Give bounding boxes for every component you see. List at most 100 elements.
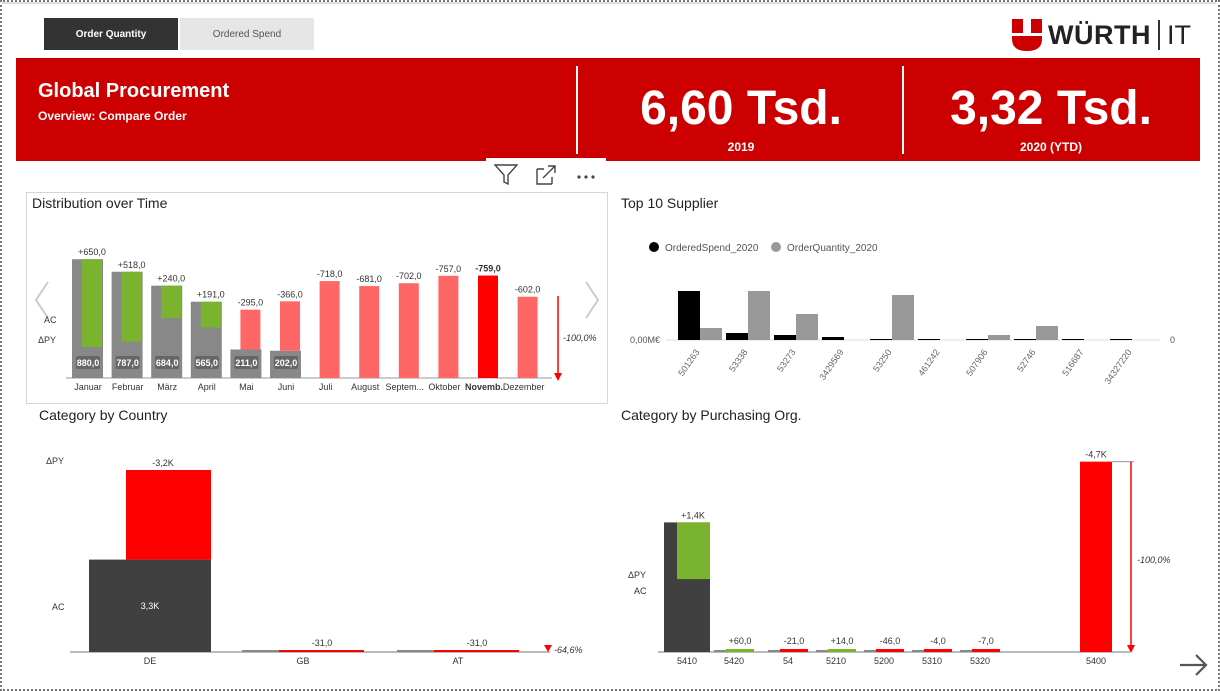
kpi-2020-label: 2020 (YTD) — [1019, 140, 1083, 154]
delta-label: -46,0 — [880, 636, 901, 646]
delta-bar — [828, 649, 856, 652]
x-tick-label: AT — [453, 656, 464, 666]
delta-label: +14,0 — [831, 636, 854, 646]
banner-divider — [576, 66, 578, 154]
next-page-arrow-icon[interactable] — [1178, 650, 1210, 680]
quantity-bar — [700, 328, 722, 340]
logo-brand-text: WÜRTH — [1048, 19, 1151, 50]
header-banner: Global Procurement Overview: Compare Ord… — [16, 58, 1200, 161]
visual-header-toolbar — [486, 158, 606, 192]
country-title: Category by Country — [39, 407, 168, 423]
delta-bar — [161, 285, 182, 319]
delta-bar — [280, 301, 300, 351]
kpi-2020-value: 3,32 Tsd. — [950, 82, 1152, 135]
supplier-title: Top 10 Supplier — [621, 195, 719, 211]
delta-bar — [359, 286, 380, 378]
wurth-logo-mark-icon — [1012, 19, 1042, 51]
ac-value-label: 202,0 — [275, 358, 298, 368]
delta-label: +650,0 — [78, 247, 106, 257]
quantity-bar — [892, 295, 914, 340]
x-tick-label: Januar — [74, 382, 102, 392]
ac-row-label: AC — [634, 586, 647, 596]
spend-bar — [1110, 339, 1132, 340]
ordered-spend-tab[interactable]: Ordered Spend — [180, 18, 314, 50]
x-tick-label: Juni — [278, 382, 295, 392]
ac-row-label: AC — [52, 602, 65, 612]
order-quantity-tab[interactable]: Order Quantity — [44, 18, 178, 50]
spend-bar — [1014, 339, 1036, 340]
delta-label: -681,0 — [356, 274, 382, 284]
delta-label: +518,0 — [118, 260, 146, 270]
x-tick-label: 5310 — [922, 656, 942, 666]
delta-bar — [240, 309, 261, 350]
quantity-bar — [748, 291, 770, 340]
delta-bar — [438, 275, 459, 378]
delta-label: -702,0 — [396, 271, 422, 281]
delta-label: -759,0 — [475, 264, 501, 274]
delta-bar — [279, 650, 364, 652]
x-tick-label: 54 — [783, 656, 793, 666]
delta-label: -7,0 — [978, 636, 994, 646]
spend-bar — [726, 333, 748, 340]
delta-bar — [1080, 461, 1112, 652]
delta-label: -366,0 — [277, 289, 303, 299]
delta-label: -3,2K — [152, 458, 174, 468]
x-tick-label: 3429569 — [817, 347, 845, 381]
total-delta-label: -100,0% — [1137, 555, 1171, 565]
total-delta-arrowhead — [554, 373, 562, 381]
x-tick-label: 5200 — [874, 656, 894, 666]
legend-label: OrderedSpend_2020 — [665, 243, 759, 254]
left-axis-label: 0,00M€ — [630, 335, 660, 345]
total-delta-label: -64,6% — [554, 645, 583, 655]
ac-value-label: 880,0 — [77, 358, 100, 368]
kpi-2019-label: 2019 — [727, 140, 755, 154]
focus-mode-icon[interactable] — [526, 158, 566, 192]
delta-label: -31,0 — [467, 638, 488, 648]
x-tick-label: 501263 — [676, 347, 701, 377]
ac-value-label: 565,0 — [196, 358, 219, 368]
x-tick-label: 5320 — [970, 656, 990, 666]
quantity-bar — [796, 314, 818, 340]
delta-label: -31,0 — [312, 638, 333, 648]
legend-marker — [771, 242, 781, 252]
spend-bar — [678, 291, 700, 340]
logo-separator — [1157, 20, 1160, 50]
spend-bar — [918, 339, 940, 340]
delta-bar — [972, 649, 1000, 652]
delta-row-label: ΔPY — [46, 456, 64, 466]
x-tick-label: April — [198, 382, 216, 392]
purchasing-org-chart: ΔPYAC3,2K+1,4K5410+60,05420-21,054+14,05… — [628, 450, 1171, 666]
delta-bar — [726, 649, 754, 652]
delta-bar — [517, 296, 538, 378]
x-tick-label: 5420 — [724, 656, 744, 666]
legend-marker — [649, 242, 659, 252]
x-tick-label: DE — [144, 656, 157, 666]
delta-bar — [924, 649, 952, 652]
supplier-chart: OrderedSpend_2020 OrderQuantity_2020 0,00M… — [630, 242, 1175, 386]
logo-suffix-text: IT — [1166, 19, 1191, 50]
country-chart: ΔPYAC 3,3K-3,2KDE-31,0GB-31,0AT-64,6% — [46, 456, 583, 666]
delta-bar — [82, 259, 102, 347]
page-subtitle: Overview: Compare Order — [38, 109, 187, 123]
x-tick-label: 53273 — [775, 347, 798, 373]
delta-label: +60,0 — [729, 636, 752, 646]
distribution-chart: AC ΔPY +650,0 880,0 Januar +518,0 787,0 Februar… — [38, 247, 597, 392]
x-tick-label: August — [351, 382, 380, 392]
legend-label: OrderQuantity_2020 — [787, 243, 878, 254]
purchasing-org-title: Category by Purchasing Org. — [621, 407, 802, 423]
x-tick-label: Juli — [319, 382, 333, 392]
x-tick-label: März — [157, 382, 177, 392]
x-tick-label: Septem... — [386, 382, 425, 392]
filter-icon[interactable] — [486, 158, 526, 192]
x-tick-label: 507906 — [964, 347, 989, 377]
delta-label: -4,0 — [930, 636, 946, 646]
ac-value-label: 684,0 — [156, 358, 179, 368]
x-tick-label: Mai — [239, 382, 254, 392]
spend-bar — [774, 335, 796, 340]
kpi-2020-ytd: 3,32 Tsd. 2020 (YTD) — [916, 82, 1186, 155]
spend-bar — [966, 339, 988, 340]
kpi-2019-value: 6,60 Tsd. — [640, 82, 842, 135]
more-options-icon[interactable] — [566, 158, 606, 192]
right-axis-label: 0 — [1170, 335, 1175, 345]
delta-label: -295,0 — [238, 298, 264, 308]
